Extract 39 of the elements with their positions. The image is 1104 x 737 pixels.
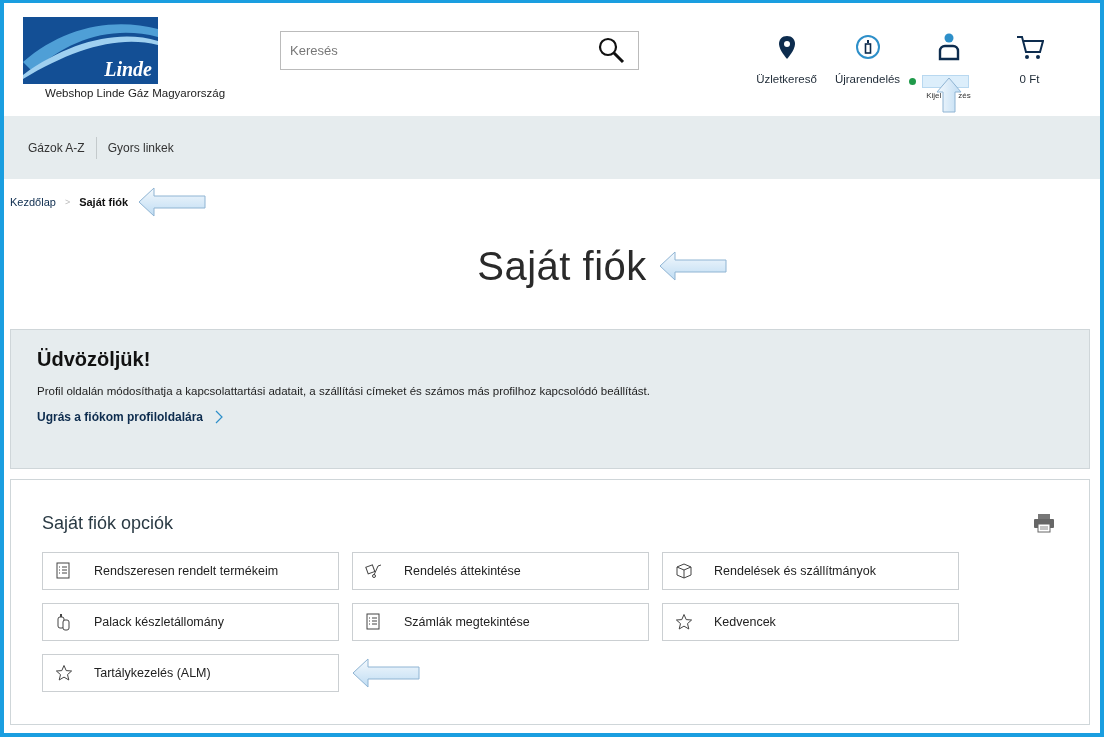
cylinders-icon [55,613,73,631]
site-subtitle: Webshop Linde Gáz Magyarország [45,87,227,99]
chevron-icon [215,410,224,424]
search-icon [597,36,625,64]
profile-link[interactable]: Ugrás a fiókom profiloldalára [37,410,224,424]
map-pin-icon [776,34,797,60]
search-field[interactable]: Keresés [280,31,639,70]
page-title: Saját fiók [477,243,647,289]
option-button[interactable]: Rendelés áttekintése [352,552,649,590]
box-icon [675,562,693,580]
list-icon [365,613,383,631]
header-link[interactable]: Üzletkereső [756,73,817,85]
header-link[interactable]: Újrarendelés [834,73,901,85]
logout-link[interactable]: Kijel [926,91,942,100]
list-icon [55,562,73,580]
hand-truck-icon [365,562,383,580]
breadcrumb-link[interactable]: Kezdőlap [10,195,56,208]
option-button[interactable]: Számlák megtekintése [352,603,649,641]
option-button[interactable]: Palack készletállomány [42,603,339,641]
cart-total[interactable]: 0 Ft [1019,73,1040,85]
section-heading: Saját fiók opciók [42,512,174,534]
nav-link[interactable]: Gázok A-Z [28,140,85,155]
welcome-heading: Üdvözöljük! [37,348,152,371]
print-icon [1033,513,1055,533]
option-button[interactable]: Rendszeresen rendelt termékeim [42,552,339,590]
nav-link[interactable]: Gyors linkek [107,140,174,155]
welcome-text: Profil oldalán módosíthatja a kapcsolattartási adatait, a szállítási címeket és számos más profilhoz kapcsolódó beállítást. [37,385,651,397]
user-icon [936,33,961,61]
option-button[interactable]: Rendelések és szállítmányok [662,552,959,590]
option-button[interactable]: Tartálykezelés (ALM) [42,654,339,692]
breadcrumb-separator: > [64,196,71,207]
logout-link[interactable]: zés [958,91,971,100]
star-icon [675,613,693,631]
cart-icon [1015,34,1044,60]
option-button[interactable]: Kedvencek [662,603,959,641]
bottle-icon [853,33,882,61]
breadcrumb-link[interactable]: Saját fiók [79,195,129,208]
star-icon [55,664,73,682]
logo[interactable]: Linde [23,17,158,84]
